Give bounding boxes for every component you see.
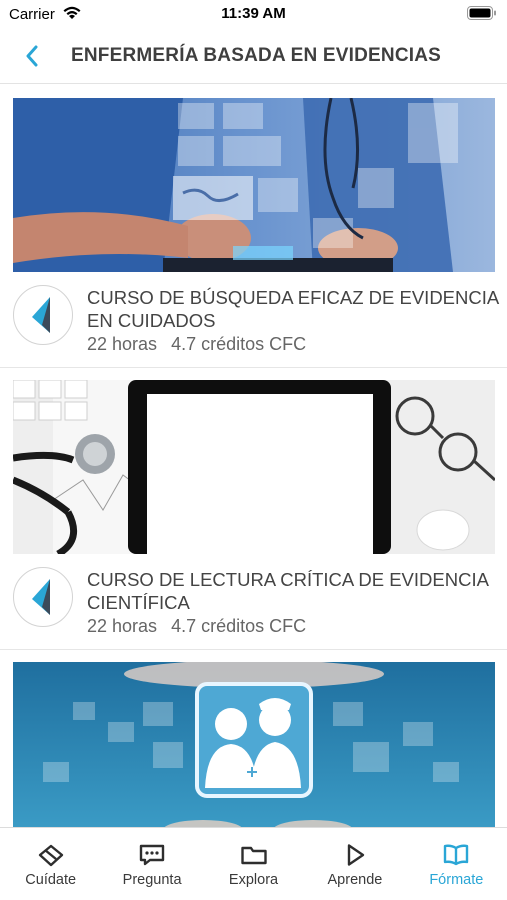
tab-explora[interactable]: Explora xyxy=(203,828,304,900)
course-image-care-team xyxy=(13,662,495,827)
nav-bar: ENFERMERÍA BASADA EN EVIDENCIAS xyxy=(0,28,507,84)
battery-icon xyxy=(467,6,496,20)
course-card[interactable]: CURSO DE BÚSQUEDA EFICAZ DE EVIDENCIA EN… xyxy=(0,86,507,368)
course-title: CURSO DE LECTURA CRÍTICA DE EVIDENCIA CI… xyxy=(87,569,488,613)
course-meta: 22 horas 4.7 créditos CFC xyxy=(87,616,306,637)
open-book-icon xyxy=(444,844,469,866)
tab-cuidate[interactable]: Cuídate xyxy=(0,828,101,900)
tab-label: Fórmate xyxy=(429,872,484,888)
status-bar: Carrier 11:39 AM xyxy=(0,0,507,28)
tab-formate[interactable]: Fórmate xyxy=(406,828,507,900)
course-logo xyxy=(13,285,73,345)
play-icon xyxy=(347,844,365,866)
chat-bubble-icon xyxy=(139,844,165,866)
heart-diamond-icon xyxy=(38,844,63,867)
course-meta: 22 horas 4.7 créditos CFC xyxy=(87,334,306,355)
tab-pregunta[interactable]: Pregunta xyxy=(101,828,202,900)
tab-label: Aprende xyxy=(327,872,383,888)
course-card[interactable]: CURSO DE LECTURA CRÍTICA DE EVIDENCIA CI… xyxy=(0,368,507,650)
course-hours: 22 horas xyxy=(87,616,158,636)
page-title: ENFERMERÍA BASADA EN EVIDENCIAS xyxy=(71,45,442,66)
course-logo xyxy=(13,567,73,627)
status-time: 11:39 AM xyxy=(221,5,286,22)
course-credits: 4.7 créditos CFC xyxy=(171,334,307,354)
folder-icon xyxy=(240,846,267,865)
course-image-medical-tech xyxy=(13,98,495,272)
tab-bar: Cuídate Pregunta Explora Aprende Fórmate xyxy=(0,827,507,900)
course-card[interactable] xyxy=(0,650,507,827)
back-button[interactable] xyxy=(16,40,48,72)
tab-label: Cuídate xyxy=(25,872,77,888)
course-hours: 22 horas xyxy=(87,334,158,354)
tab-label: Explora xyxy=(228,872,279,888)
tab-label: Pregunta xyxy=(122,872,182,888)
course-list: CURSO DE BÚSQUEDA EFICAZ DE EVIDENCIA EN… xyxy=(0,86,507,827)
tab-aprende[interactable]: Aprende xyxy=(304,828,405,900)
course-image-tablet-desk xyxy=(13,380,495,554)
chevron-left-icon xyxy=(26,45,38,67)
course-credits: 4.7 créditos CFC xyxy=(171,616,307,636)
course-title: CURSO DE BÚSQUEDA EFICAZ DE EVIDENCIA EN… xyxy=(87,287,499,331)
